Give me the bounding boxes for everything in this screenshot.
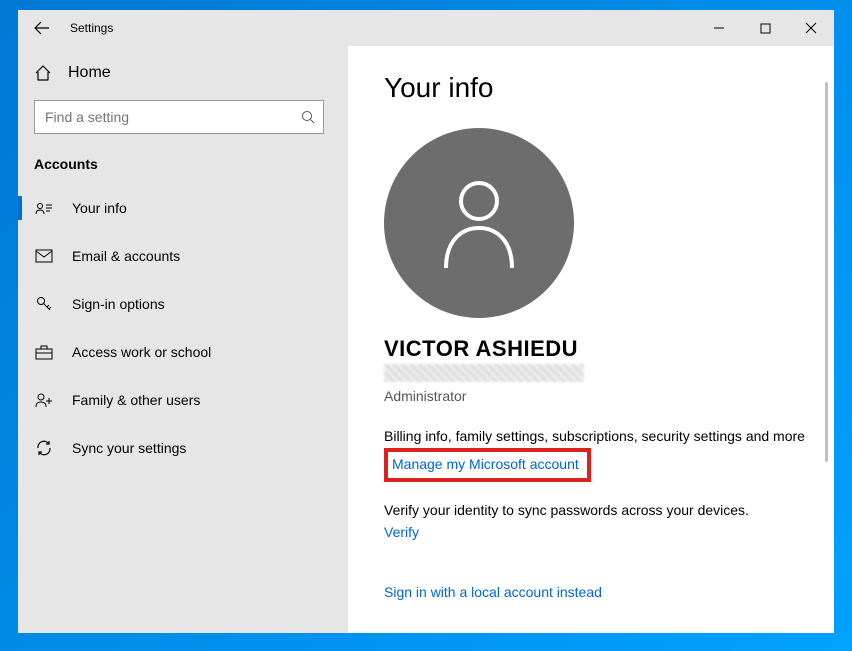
body: Home Accounts Your info <box>18 46 834 633</box>
sidebar-item-your-info[interactable]: Your info <box>18 186 348 230</box>
user-silhouette-icon <box>434 173 524 273</box>
sidebar-item-signin-options[interactable]: Sign-in options <box>18 282 348 326</box>
section-label: Accounts <box>18 148 348 186</box>
home-nav[interactable]: Home <box>18 52 348 94</box>
sidebar: Home Accounts Your info <box>18 46 348 633</box>
verify-group: Verify your identity to sync passwords a… <box>384 502 834 542</box>
user-role: Administrator <box>384 388 834 404</box>
titlebar: Settings <box>18 10 834 46</box>
manage-account-link[interactable]: Manage my Microsoft account <box>392 456 579 472</box>
search-box[interactable] <box>34 100 324 134</box>
local-account-link[interactable]: Sign in with a local account instead <box>384 584 602 600</box>
sidebar-item-access-work-school[interactable]: Access work or school <box>18 330 348 374</box>
sidebar-item-label: Sign-in options <box>72 296 165 312</box>
verify-text: Verify your identity to sync passwords a… <box>384 502 834 518</box>
maximize-button[interactable] <box>742 10 788 46</box>
avatar <box>384 128 574 318</box>
mail-icon <box>34 249 54 263</box>
arrow-left-icon <box>34 20 50 36</box>
search-container <box>18 100 348 134</box>
user-email-redacted <box>384 364 584 382</box>
close-button[interactable] <box>788 10 834 46</box>
close-icon <box>805 22 817 34</box>
page-title: Your info <box>384 72 834 104</box>
sidebar-item-family-users[interactable]: Family & other users <box>18 378 348 422</box>
billing-info-text: Billing info, family settings, subscript… <box>384 428 834 444</box>
window-controls <box>696 10 834 46</box>
content: Your info VICTOR ASHIEDU Administrator B… <box>348 46 834 633</box>
verify-link[interactable]: Verify <box>384 524 419 540</box>
scrollbar[interactable] <box>825 82 828 462</box>
search-icon <box>301 110 315 124</box>
maximize-icon <box>760 23 771 34</box>
sidebar-item-email-accounts[interactable]: Email & accounts <box>18 234 348 278</box>
minimize-button[interactable] <box>696 10 742 46</box>
sidebar-item-label: Your info <box>72 200 127 216</box>
sidebar-item-label: Email & accounts <box>72 248 180 264</box>
home-icon <box>34 64 52 82</box>
sync-icon <box>34 439 54 457</box>
highlight-annotation: Manage my Microsoft account <box>384 448 591 482</box>
user-card-icon <box>34 201 54 215</box>
sidebar-item-sync-settings[interactable]: Sync your settings <box>18 426 348 470</box>
sidebar-item-label: Family & other users <box>72 392 200 408</box>
sidebar-item-label: Sync your settings <box>72 440 186 456</box>
user-name: VICTOR ASHIEDU <box>384 336 834 362</box>
minimize-icon <box>713 22 725 34</box>
app-title: Settings <box>70 21 113 35</box>
settings-window: Settings Home <box>18 10 834 633</box>
sidebar-item-label: Access work or school <box>72 344 211 360</box>
home-label: Home <box>68 64 111 82</box>
key-icon <box>34 295 54 313</box>
briefcase-icon <box>34 344 54 360</box>
family-icon <box>34 392 54 408</box>
search-input[interactable] <box>45 109 301 125</box>
back-button[interactable] <box>18 10 66 46</box>
